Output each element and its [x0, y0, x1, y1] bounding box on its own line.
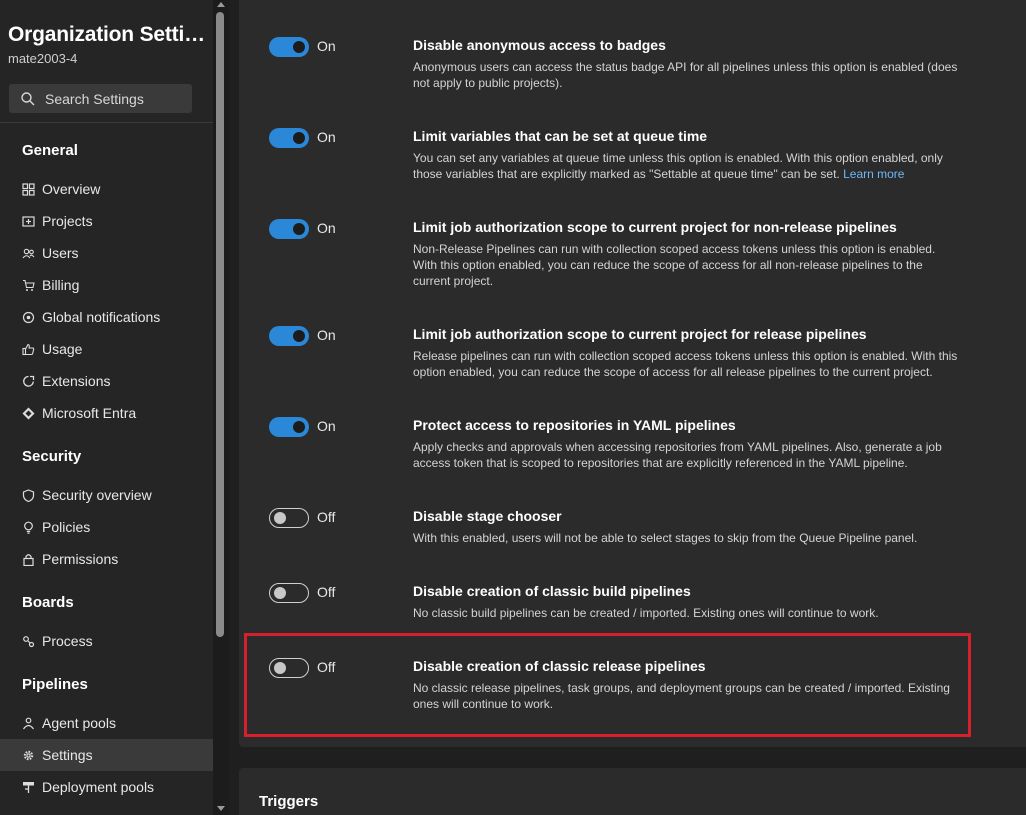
setting-title: Limit job authorization scope to current…: [413, 326, 867, 342]
sidebar-divider: [0, 122, 213, 123]
process-icon: [22, 635, 35, 648]
toggle-state-label: On: [317, 129, 336, 145]
toggle-state-label: On: [317, 220, 336, 236]
sidebar-item-global-notifications[interactable]: Global notifications: [0, 301, 213, 333]
toggle-knob: [293, 41, 305, 53]
setting-title: Limit job authorization scope to current…: [413, 219, 897, 235]
cart-icon: [22, 279, 35, 292]
sidebar-item-projects[interactable]: Projects: [0, 205, 213, 237]
diamond-icon: [22, 407, 35, 420]
sidebar-item-extensions[interactable]: Extensions: [0, 365, 213, 397]
sidebar-item-label: Usage: [42, 341, 83, 357]
triggers-card: Triggers: [239, 768, 1026, 815]
users-icon: [22, 247, 35, 260]
sidebar-item-label: Projects: [42, 213, 93, 229]
triggers-title: Triggers: [259, 793, 319, 810]
sidebar-item-overview[interactable]: Overview: [0, 173, 213, 205]
deployment-icon: [22, 781, 35, 794]
notification-icon: [22, 311, 35, 324]
section-security: Security: [22, 448, 82, 465]
sidebar-item-permissions[interactable]: Permissions: [0, 543, 213, 575]
toggle-knob: [293, 330, 305, 342]
setting-description: With this enabled, users will not be abl…: [413, 531, 918, 545]
toggle-knob: [274, 512, 286, 524]
toggle-knob: [293, 223, 305, 235]
sidebar-item-label: Extensions: [42, 373, 111, 389]
toggle-state-label: On: [317, 38, 336, 54]
toggle-knob: [293, 132, 305, 144]
toggle-switch[interactable]: [269, 417, 309, 437]
toggle-knob: [293, 421, 305, 433]
toggle-state-label: Off: [317, 509, 336, 525]
sidebar-item-label: Overview: [42, 181, 101, 197]
scroll-down-arrow-icon[interactable]: [217, 806, 225, 811]
setting-title: Disable stage chooser: [413, 508, 562, 524]
sidebar-item-process[interactable]: Process: [0, 625, 213, 657]
sidebar-item-settings[interactable]: Settings: [0, 739, 213, 771]
section-boards: Boards: [22, 594, 74, 611]
sidebar-item-deployment-pools[interactable]: Deployment pools: [0, 771, 213, 803]
sidebar-item-label: Permissions: [42, 551, 119, 567]
section-pipelines: Pipelines: [22, 676, 88, 693]
highlight-box: [244, 633, 971, 737]
thumbs-up-icon: [22, 343, 35, 356]
grid-icon: [22, 182, 35, 196]
learn-more-link[interactable]: Learn more: [843, 167, 904, 181]
puzzle-icon: [22, 375, 35, 388]
toggle-switch[interactable]: [269, 326, 309, 346]
sidebar-item-agent-pools[interactable]: Agent pools: [0, 707, 213, 739]
toggle-switch[interactable]: [269, 37, 309, 57]
shield-icon: [22, 488, 35, 502]
lock-icon: [22, 553, 35, 566]
org-name: mate2003-4: [8, 51, 78, 66]
scroll-up-arrow-icon[interactable]: [217, 2, 225, 7]
toggle-switch[interactable]: [269, 508, 309, 528]
org-title: Organization Settin...: [8, 23, 208, 46]
setting-description: Anonymous users can access the status ba…: [413, 60, 958, 90]
sidebar-item-users[interactable]: Users: [0, 237, 213, 269]
lightbulb-icon: [22, 521, 35, 534]
setting-description: No classic build pipelines can be create…: [413, 606, 879, 620]
setting-description: Non-Release Pipelines can run with colle…: [413, 242, 936, 288]
section-general: General: [22, 142, 78, 159]
sidebar-item-label: Agent pools: [42, 715, 116, 731]
sidebar-item-label: Policies: [42, 519, 91, 535]
sidebar-item-security-overview[interactable]: Security overview: [0, 479, 213, 511]
setting-title: Protect access to repositories in YAML p…: [413, 417, 736, 433]
toggle-switch[interactable]: [269, 583, 309, 603]
projects-icon: [22, 215, 35, 228]
toggle-state-label: Off: [317, 584, 336, 600]
sidebar-item-label: Global notifications: [42, 309, 161, 325]
agent-pool-icon: [22, 717, 35, 730]
toggle-state-label: On: [317, 418, 336, 434]
sidebar-item-billing[interactable]: Billing: [0, 269, 213, 301]
setting-title: Disable creation of classic build pipeli…: [413, 583, 691, 599]
sidebar-item-label: Process: [42, 633, 93, 649]
sidebar-item-label: Security overview: [42, 487, 152, 503]
sidebar-item-usage[interactable]: Usage: [0, 333, 213, 365]
sidebar: Organization Settin... mate2003-4 Search…: [0, 0, 213, 815]
toggle-knob: [274, 587, 286, 599]
setting-title: Disable anonymous access to badges: [413, 37, 666, 53]
scrollbar-thumb[interactable]: [216, 12, 224, 637]
sidebar-item-policies[interactable]: Policies: [0, 511, 213, 543]
sidebar-item-label: Billing: [42, 277, 80, 293]
sidebar-scrollbar[interactable]: [213, 0, 229, 815]
sidebar-item-label: Microsoft Entra: [42, 405, 137, 421]
search-icon: [21, 91, 35, 105]
toggle-switch[interactable]: [269, 128, 309, 148]
setting-title: Limit variables that can be set at queue…: [413, 128, 708, 144]
toggle-switch[interactable]: [269, 219, 309, 239]
search-settings-box[interactable]: Search Settings: [9, 84, 192, 113]
setting-description: You can set any variables at queue time …: [413, 150, 958, 182]
setting-description: Release pipelines can run with collectio…: [413, 349, 958, 379]
sidebar-item-label: Users: [42, 245, 79, 261]
sidebar-item-label: Settings: [42, 747, 93, 763]
sidebar-item-microsoft-entra[interactable]: Microsoft Entra: [0, 397, 213, 429]
gear-icon: [22, 749, 35, 762]
toggle-state-label: On: [317, 327, 336, 343]
search-settings-label: Search Settings: [45, 90, 144, 107]
setting-description: Apply checks and approvals when accessin…: [413, 440, 942, 470]
sidebar-item-label: Deployment pools: [42, 779, 155, 795]
